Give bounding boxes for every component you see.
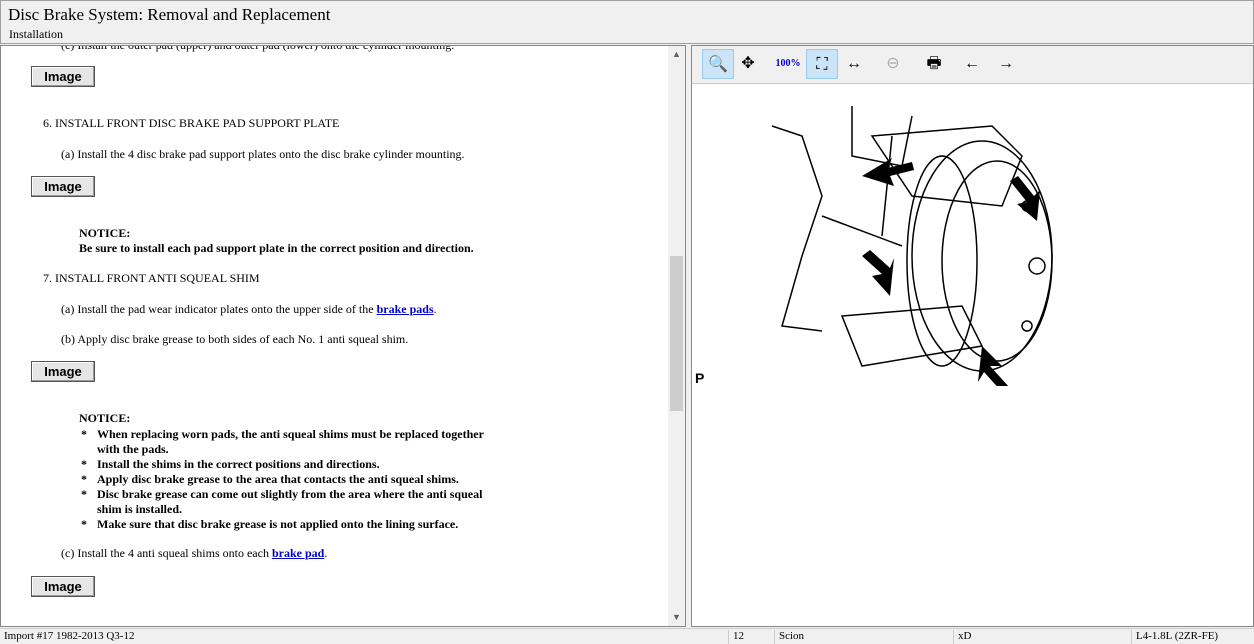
step-7b: (b) Apply disc brake grease to both side… (61, 332, 409, 346)
scroll-down-arrow-icon[interactable]: ▼ (672, 612, 681, 622)
pan-icon[interactable]: ✥ (732, 49, 764, 79)
step-7-heading: 7. INSTALL FRONT ANTI SQUEAL SHIM (43, 271, 260, 285)
notice-text: Be sure to install each pad support plat… (79, 241, 474, 255)
cut-off-line: (c) Install the outer pad (upper) and ou… (61, 45, 455, 52)
notice-item: with the pads. (97, 442, 169, 456)
scrollbar-thumb[interactable] (670, 256, 683, 411)
notice-item: Apply disc brake grease to the area that… (97, 472, 459, 486)
procedure-pane: (c) Install the outer pad (upper) and ou… (0, 45, 686, 627)
scroll-up-arrow-icon[interactable]: ▲ (672, 49, 681, 59)
diagram-label: P (695, 370, 705, 386)
header: Disc Brake System: Removal and Replaceme… (0, 0, 1254, 44)
zoom-width-icon[interactable]: ↔ (838, 49, 870, 79)
brake-diagram (771, 106, 1053, 386)
step-6a: (a) Install the 4 disc brake pad support… (61, 147, 465, 161)
brake-pad-link[interactable]: brake pad (272, 546, 324, 560)
image-button[interactable]: Image (31, 66, 95, 87)
vertical-scrollbar[interactable]: ▲ ▼ (668, 46, 685, 626)
print-icon[interactable]: 🖶 (918, 49, 950, 79)
image-viewer: 🔍 ✥ 100% ⛶ ↔ ⊖ 🖶 ← → P (691, 45, 1254, 627)
notice-item: Disc brake grease can come out slightly … (97, 487, 483, 501)
viewer-toolbar: 🔍 ✥ 100% ⛶ ↔ ⊖ 🖶 ← → (692, 46, 1253, 84)
notice-item: shim is installed. (97, 502, 183, 516)
notice-label: NOTICE: (79, 226, 131, 240)
zoom-out-icon[interactable]: ⊖ (877, 49, 909, 79)
step-7c-text: (c) Install the 4 anti squeal shims onto… (61, 546, 272, 560)
step-7a-text: (a) Install the pad wear indicator plate… (61, 302, 377, 316)
bullet: * (81, 517, 87, 531)
zoom-fit-icon[interactable]: ⛶ (806, 49, 838, 79)
step-7a: (a) Install the pad wear indicator plate… (61, 302, 437, 316)
page-subtitle: Installation (9, 27, 63, 41)
notice-label: NOTICE: (79, 411, 131, 425)
step-6-heading: 6. INSTALL FRONT DISC BRAKE PAD SUPPORT … (43, 116, 340, 130)
bullet: * (81, 472, 87, 486)
bullet: * (81, 487, 87, 501)
image-button[interactable]: Image (31, 361, 95, 382)
bullet: * (81, 427, 87, 441)
page-title: Disc Brake System: Removal and Replaceme… (8, 5, 331, 24)
bullet: * (81, 457, 87, 471)
zoom-100-icon[interactable]: 100% (772, 49, 804, 79)
notice-item: Install the shims in the correct positio… (97, 457, 380, 471)
zoom-in-icon[interactable]: 🔍 (702, 49, 734, 79)
image-button[interactable]: Image (31, 176, 95, 197)
prev-image-icon[interactable]: ← (956, 49, 988, 79)
next-image-icon[interactable]: → (990, 49, 1022, 79)
step-7c: (c) Install the 4 anti squeal shims onto… (61, 546, 328, 560)
status-bar: Import #17 1982-2013 Q3-12 12 Scion xD L… (0, 628, 1254, 644)
notice-item: Make sure that disc brake grease is not … (97, 517, 459, 531)
image-button[interactable]: Image (31, 576, 95, 597)
notice-item: When replacing worn pads, the anti squea… (97, 427, 484, 441)
brake-pads-link[interactable]: brake pads (377, 302, 434, 316)
